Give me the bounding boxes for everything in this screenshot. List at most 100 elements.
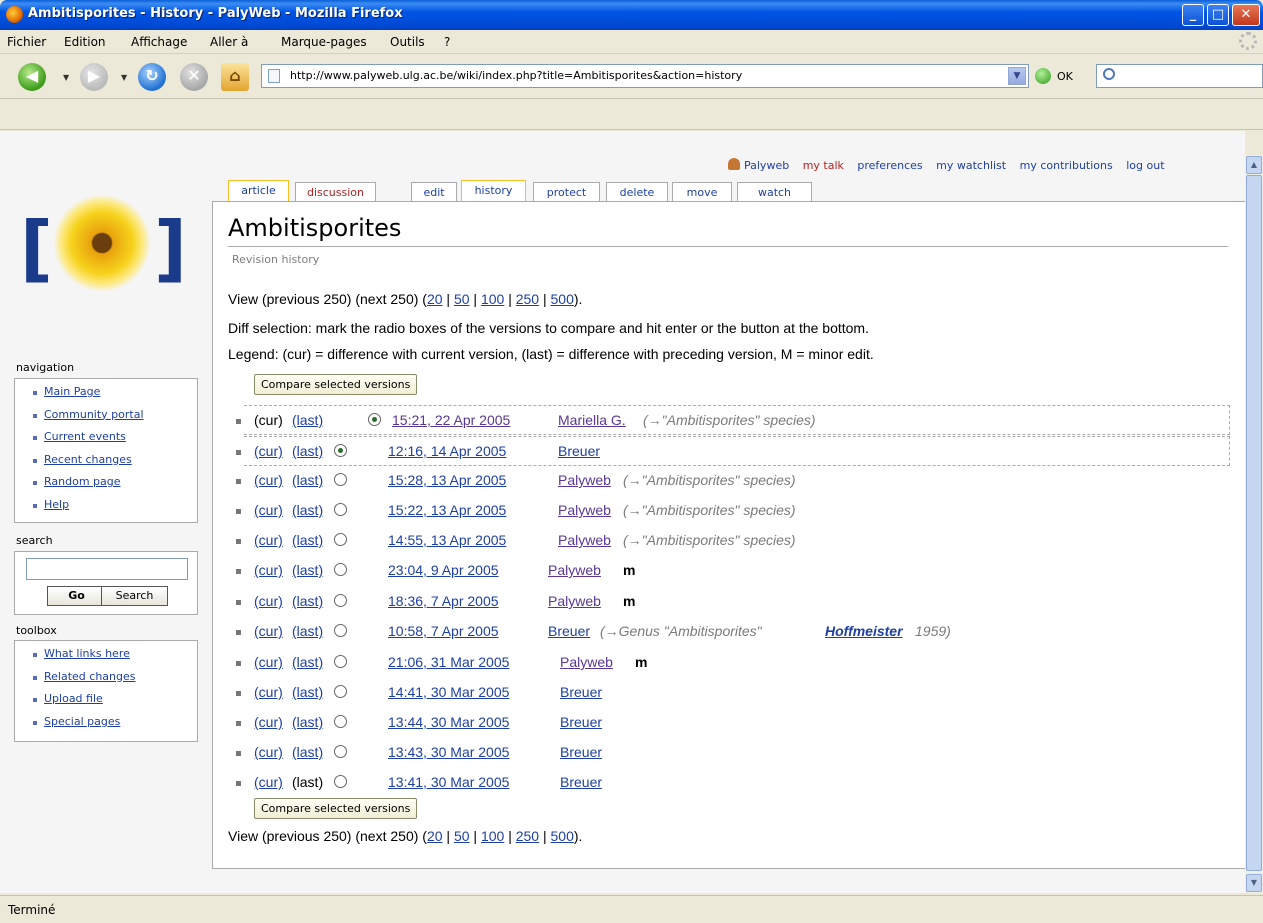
limit-50-link[interactable]: 50 (454, 828, 470, 844)
revision-user-link[interactable]: Palyweb (558, 532, 611, 548)
user-link[interactable]: Palyweb (728, 158, 789, 172)
cur-diff-link[interactable]: (cur) (254, 532, 283, 548)
sidebar-item-current-events[interactable]: Current events (15, 426, 197, 449)
cur-diff-link[interactable]: (cur) (254, 684, 283, 700)
tab-edit[interactable]: edit (411, 182, 457, 202)
reload-button[interactable]: ↻ (138, 63, 166, 91)
revision-user-link[interactable]: Palyweb (548, 562, 601, 578)
menu-edition[interactable]: Edition (64, 35, 106, 49)
go-button-label[interactable]: OK (1057, 70, 1073, 83)
last-diff-link[interactable]: (last) (292, 623, 323, 639)
cur-diff-link[interactable]: (cur) (254, 654, 283, 670)
go-button-icon[interactable] (1035, 68, 1051, 84)
revision-date-link[interactable]: 12:16, 14 Apr 2005 (388, 443, 506, 459)
cur-diff-link[interactable]: (cur) (254, 744, 283, 760)
my-talk-link[interactable]: my talk (803, 159, 844, 172)
limit-500-link[interactable]: 500 (551, 291, 574, 307)
revision-radio[interactable] (334, 533, 347, 546)
vertical-scrollbar[interactable]: ▲ ▼ (1245, 155, 1263, 893)
sidebar-item-help[interactable]: Help (15, 494, 197, 517)
sidebar-item-community-portal[interactable]: Community portal (15, 404, 197, 427)
revision-user-link[interactable]: Breuer (560, 714, 602, 730)
revision-date-link[interactable]: 15:22, 13 Apr 2005 (388, 502, 506, 518)
toolbox-special-pages[interactable]: Special pages (15, 711, 197, 734)
my-watchlist-link[interactable]: my watchlist (936, 159, 1006, 172)
cur-diff-link[interactable]: (cur) (254, 443, 283, 459)
revision-radio[interactable] (334, 503, 347, 516)
tab-protect[interactable]: protect (533, 182, 600, 202)
url-history-dropdown-icon[interactable]: ▼ (1008, 67, 1026, 85)
revision-radio[interactable] (334, 715, 347, 728)
menu-help[interactable]: ? (444, 35, 450, 49)
last-diff-link[interactable]: (last) (292, 714, 323, 730)
my-contributions-link[interactable]: my contributions (1020, 159, 1113, 172)
revision-radio[interactable] (334, 745, 347, 758)
last-diff-link[interactable]: (last) (292, 684, 323, 700)
site-logo[interactable]: [ ] (14, 183, 198, 293)
revision-radio[interactable] (334, 594, 347, 607)
cur-diff-link[interactable]: (cur) (254, 623, 283, 639)
revision-date-link[interactable]: 13:44, 30 Mar 2005 (388, 714, 509, 730)
menu-marque-pages[interactable]: Marque-pages (281, 35, 367, 49)
last-diff-link[interactable]: (last) (292, 654, 323, 670)
revision-radio[interactable] (334, 685, 347, 698)
revision-radio[interactable] (334, 655, 347, 668)
cur-diff-link[interactable]: (cur) (254, 593, 283, 609)
last-diff-link[interactable]: (last) (292, 412, 323, 428)
revision-radio[interactable] (334, 444, 347, 457)
cur-diff-link[interactable]: (cur) (254, 714, 283, 730)
revision-radio[interactable] (334, 563, 347, 576)
log-out-link[interactable]: log out (1126, 159, 1164, 172)
last-diff-link[interactable]: (last) (292, 502, 323, 518)
revision-date-link[interactable]: 14:55, 13 Apr 2005 (388, 532, 506, 548)
last-diff-link[interactable]: (last) (292, 443, 323, 459)
compare-versions-button-bottom[interactable]: Compare selected versions (254, 798, 418, 819)
toolbox-what-links-here[interactable]: What links here (15, 643, 197, 666)
maximize-button[interactable]: □ (1207, 4, 1229, 26)
limit-100-link[interactable]: 100 (481, 828, 504, 844)
tab-delete[interactable]: delete (606, 182, 668, 202)
revision-date-link[interactable]: 21:06, 31 Mar 2005 (388, 654, 509, 670)
search-button[interactable]: Search (101, 586, 168, 606)
cur-diff-link[interactable]: (cur) (254, 562, 283, 578)
cur-diff-link[interactable]: (cur) (254, 502, 283, 518)
revision-user-link[interactable]: Palyweb (560, 654, 613, 670)
revision-date-link[interactable]: 15:21, 22 Apr 2005 (392, 412, 510, 428)
cur-diff-link[interactable]: (cur) (254, 774, 283, 790)
menu-affichage[interactable]: Affichage (131, 35, 187, 49)
revision-radio[interactable] (368, 413, 381, 426)
stop-button[interactable]: ✕ (180, 63, 208, 91)
scroll-up-icon[interactable]: ▲ (1246, 156, 1262, 174)
minimize-button[interactable]: _ (1182, 4, 1204, 26)
last-diff-link[interactable]: (last) (292, 472, 323, 488)
wiki-search-input[interactable] (26, 558, 188, 580)
scrollbar-thumb[interactable] (1246, 175, 1262, 871)
url-bar[interactable]: http://www.palyweb.ulg.ac.be/wiki/index.… (261, 64, 1029, 88)
sidebar-item-main-page[interactable]: Main Page (15, 381, 197, 404)
revision-user-link[interactable]: Palyweb (548, 593, 601, 609)
tab-move[interactable]: move (672, 182, 732, 202)
back-button[interactable]: ◀ (18, 63, 46, 91)
tab-discussion[interactable]: discussion (295, 182, 376, 202)
tab-watch[interactable]: watch (737, 182, 812, 202)
limit-50-link[interactable]: 50 (454, 291, 470, 307)
toolbox-upload-file[interactable]: Upload file (15, 688, 197, 711)
revision-radio[interactable] (334, 473, 347, 486)
back-dropdown-icon[interactable]: ▼ (63, 73, 69, 82)
home-button[interactable]: ⌂ (221, 63, 249, 91)
limit-250-link[interactable]: 250 (516, 828, 539, 844)
browser-search-box[interactable] (1096, 64, 1263, 88)
last-diff-link[interactable]: (last) (292, 532, 323, 548)
limit-100-link[interactable]: 100 (481, 291, 504, 307)
revision-user-link[interactable]: Breuer (560, 744, 602, 760)
revision-user-link[interactable]: Palyweb (558, 472, 611, 488)
revision-date-link[interactable]: 23:04, 9 Apr 2005 (388, 562, 499, 578)
comment-author-link[interactable]: Hoffmeister (825, 623, 903, 639)
revision-date-link[interactable]: 10:58, 7 Apr 2005 (388, 623, 499, 639)
menu-outils[interactable]: Outils (390, 35, 425, 49)
last-diff-link[interactable]: (last) (292, 744, 323, 760)
compare-versions-button-top[interactable]: Compare selected versions (254, 374, 418, 395)
close-button[interactable]: ✕ (1232, 4, 1260, 26)
revision-user-link[interactable]: Breuer (560, 684, 602, 700)
limit-20-link[interactable]: 20 (427, 291, 443, 307)
